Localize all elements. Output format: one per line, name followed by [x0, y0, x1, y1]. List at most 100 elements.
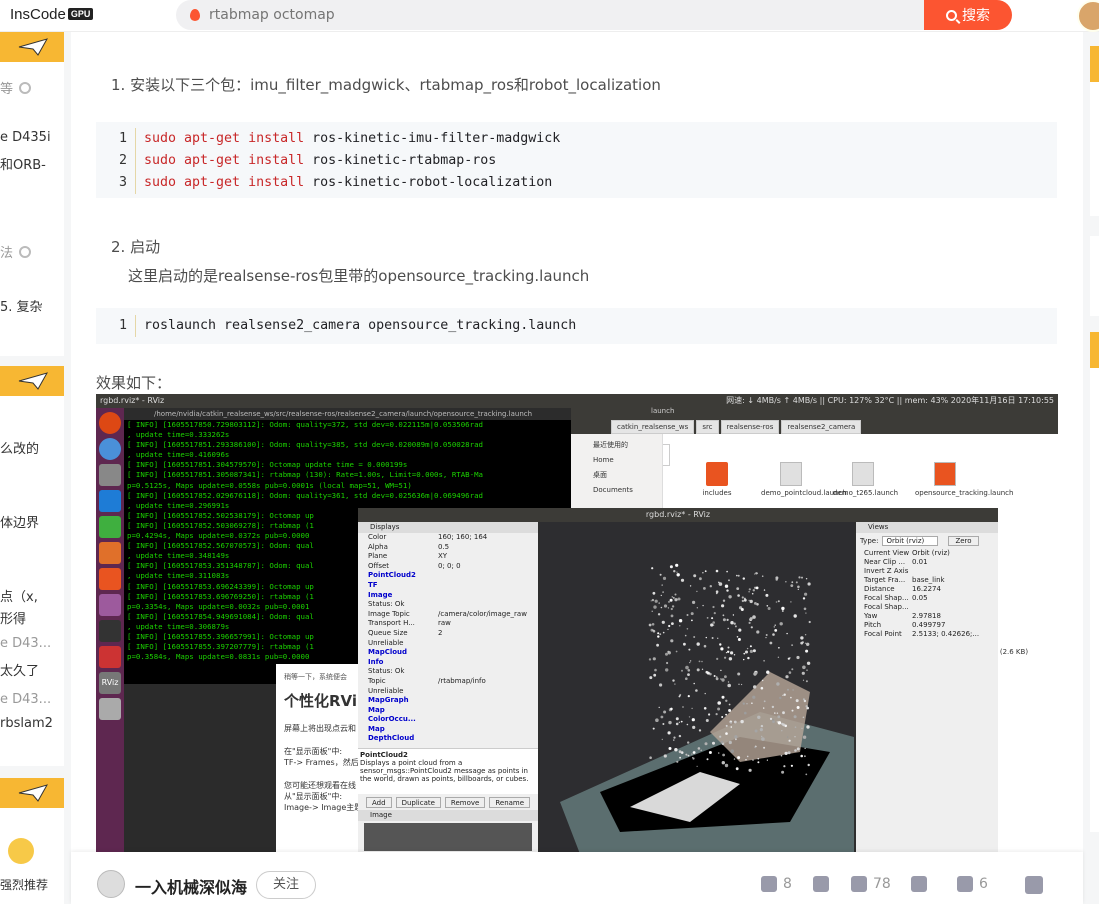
point-cloud-dot [687, 754, 690, 757]
point-cloud-dot [706, 617, 709, 619]
inscode-logo[interactable]: InsCode GPU [10, 6, 94, 23]
point-cloud-dot [781, 770, 785, 774]
reward-button[interactable] [911, 876, 927, 892]
point-cloud-dot [772, 719, 774, 721]
sidebar-text[interactable]: e D43... [0, 692, 51, 707]
point-cloud-dot [702, 604, 704, 607]
point-cloud-dot [668, 720, 672, 725]
point-cloud-dot [754, 729, 758, 733]
point-cloud-dot [737, 574, 740, 577]
user-avatar[interactable] [1077, 0, 1099, 32]
sidebar-text[interactable]: 和ORB- [0, 154, 46, 173]
search-button[interactable]: 搜索 [924, 0, 1012, 30]
point-cloud-dot [692, 600, 696, 604]
point-cloud-dot [746, 703, 748, 705]
display-row: Status: Ok [368, 600, 405, 609]
code-block-1[interactable]: 1 sudo apt-get install ros-kinetic-imu-fi… [96, 122, 1057, 198]
point-cloud-dot [763, 746, 766, 749]
point-cloud-dot [794, 749, 797, 752]
point-cloud-dot [774, 629, 778, 632]
comment-button[interactable]: 6 [957, 876, 988, 892]
sidebar-text[interactable]: 体边界 [0, 512, 39, 531]
code-block-2[interactable]: 1 roslaunch realsense2_camera opensource_… [96, 308, 1057, 344]
point-cloud-dot [761, 735, 763, 738]
point-cloud-dot [742, 702, 745, 705]
sidebar-text[interactable]: e D435i [0, 130, 51, 145]
point-cloud-dot [774, 712, 776, 714]
point-cloud-dot [795, 581, 798, 584]
point-cloud-dot [719, 735, 722, 738]
point-cloud-dot [686, 614, 689, 616]
point-cloud-dot [670, 639, 674, 643]
favorite-button[interactable]: 78 [851, 876, 891, 892]
point-cloud-dot [662, 576, 667, 580]
point-cloud-dot [728, 595, 732, 599]
sidebar-text[interactable]: 点（x, [0, 586, 38, 605]
point-cloud-dot [711, 637, 714, 639]
point-cloud-dot [777, 721, 782, 725]
point-cloud-dot [788, 671, 792, 674]
point-cloud-dot [711, 617, 714, 620]
software-icon [99, 568, 121, 590]
search-input[interactable] [209, 7, 809, 23]
file-item: demo_t265.launch [833, 462, 898, 497]
point-cloud-dot [679, 694, 681, 697]
author-avatar[interactable] [97, 870, 125, 898]
point-cloud-dot [802, 679, 805, 681]
point-cloud-dot [762, 679, 764, 682]
point-cloud-dot [716, 657, 719, 660]
sidebar-text[interactable]: 么改的 [0, 438, 39, 457]
point-cloud-dot [682, 706, 684, 708]
point-cloud-dot [796, 655, 800, 660]
display-buttons: Add Duplicate Remove Rename [358, 794, 538, 810]
point-cloud-dot [702, 572, 704, 574]
search-icon [946, 9, 957, 21]
right-card [1090, 332, 1099, 832]
point-cloud-dot [781, 606, 785, 611]
emoji-laugh-icon[interactable] [8, 838, 34, 864]
file-item: opensource_tracking.launch [915, 462, 1013, 497]
point-cloud-dot [720, 647, 724, 651]
view-row: Distance 16.2274 [864, 585, 941, 593]
point-cloud-dot [691, 753, 693, 755]
point-cloud-dot [743, 652, 746, 655]
like-button[interactable]: 8 [761, 876, 792, 892]
point-cloud-dot [687, 741, 690, 744]
point-cloud-dot [803, 699, 807, 703]
point-cloud-dot [651, 623, 655, 626]
point-cloud-dot [717, 701, 721, 705]
right-card-accent [1090, 46, 1099, 82]
point-cloud-dot [687, 673, 690, 676]
point-cloud-dot [727, 646, 730, 649]
point-cloud-dot [736, 587, 740, 590]
point-cloud-dot [745, 650, 748, 654]
point-cloud-dot [783, 693, 786, 696]
point-cloud-dot [785, 675, 789, 679]
point-cloud-dot [727, 650, 730, 653]
sidebar-banner-1 [0, 32, 64, 62]
follow-button[interactable]: 关注 [256, 871, 316, 899]
search-box[interactable] [176, 0, 924, 30]
sidebar-text[interactable]: 强烈推荐 [0, 876, 48, 893]
point-cloud-dot [805, 612, 807, 614]
dislike-button[interactable] [813, 876, 829, 892]
display-row: Status: Ok [368, 667, 405, 676]
sidebar-text[interactable]: 太久了 [0, 660, 39, 679]
point-cloud-dot [721, 761, 725, 765]
author-name[interactable]: 一入机械深似海 [135, 874, 247, 898]
point-cloud-dot [661, 620, 665, 624]
point-cloud-dot [719, 643, 722, 646]
rviz-window: rgbd.rviz* - RViz Displays Color 160; 160… [358, 508, 998, 854]
sidebar-text[interactable]: rbslam2 [0, 716, 53, 731]
display-row: Alpha 0.5 [368, 542, 450, 551]
sidebar-text[interactable]: 形得 [0, 608, 26, 627]
point-cloud-dot [667, 628, 669, 631]
sidebar-text[interactable]: 5. 复杂 [0, 296, 43, 315]
point-cloud-dot [725, 713, 727, 716]
share-icon[interactable] [1025, 876, 1043, 894]
point-cloud-dot [672, 597, 675, 599]
point-cloud-dot [778, 647, 780, 649]
eye-icon [19, 82, 32, 94]
point-cloud-dot [751, 592, 754, 595]
sidebar-text[interactable]: e D43... [0, 636, 51, 651]
